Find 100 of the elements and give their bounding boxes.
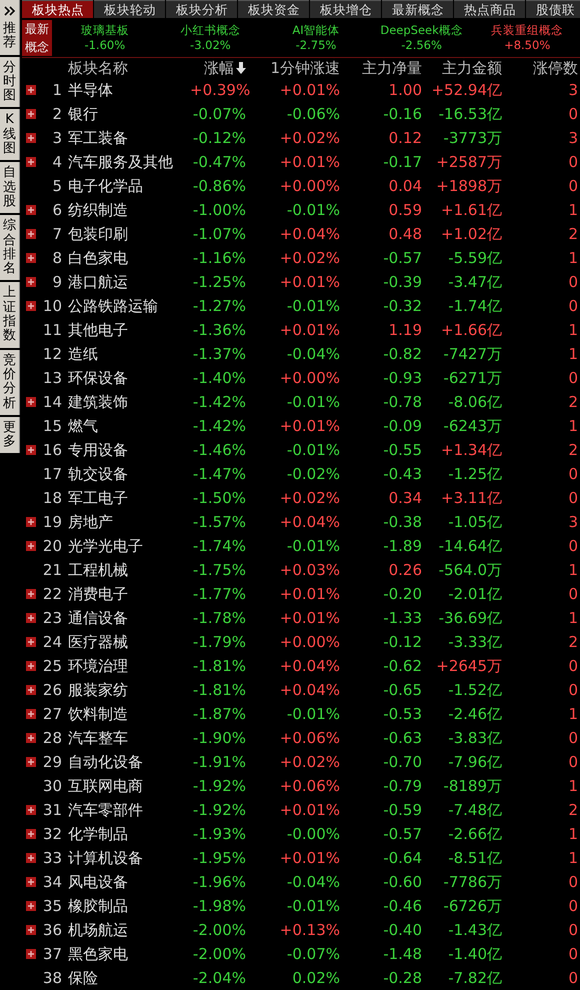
tab[interactable]: 热点商品 <box>454 0 525 18</box>
sector-name[interactable]: 造纸 <box>62 344 190 364</box>
sector-name[interactable]: 汽车服务及其他 <box>62 152 190 172</box>
sector-name[interactable]: 服装家纺 <box>62 680 190 700</box>
expand-icon[interactable] <box>26 589 36 599</box>
sector-name[interactable]: 饮料制造 <box>62 704 190 724</box>
expand-icon[interactable] <box>26 925 36 935</box>
sector-name[interactable]: 轨交设备 <box>62 464 190 484</box>
concept-name[interactable]: 玻璃基板 <box>80 23 129 38</box>
concept-name[interactable]: 兵装重组概念 <box>491 23 564 38</box>
expand-icon[interactable] <box>26 133 36 143</box>
side-tab[interactable]: K线图 <box>0 109 20 160</box>
expand-icon[interactable] <box>26 805 36 815</box>
sector-name[interactable]: 环境治理 <box>62 656 190 676</box>
sector-name[interactable]: 军工装备 <box>62 128 190 148</box>
sector-name[interactable]: 黑色家电 <box>62 944 190 964</box>
sector-name[interactable]: 电子化学品 <box>62 176 190 196</box>
sector-name[interactable]: 光学光电子 <box>62 536 190 556</box>
sector-name[interactable]: 工程机械 <box>62 560 190 580</box>
table-cell-text: -1.81% <box>192 657 246 675</box>
column-header[interactable]: 涨幅 <box>204 58 234 78</box>
side-tab[interactable]: 自选股 <box>0 162 20 214</box>
side-tab[interactable]: 分时图 <box>0 56 20 108</box>
column-header[interactable]: 主力金额 <box>442 58 502 78</box>
sector-name[interactable]: 化学制品 <box>62 824 190 844</box>
sector-name[interactable]: 白色家电 <box>62 248 190 268</box>
sector-name[interactable]: 机场航运 <box>62 920 190 940</box>
double-chevron-icon[interactable] <box>4 6 16 16</box>
expand-icon[interactable] <box>26 517 36 527</box>
sector-name[interactable]: 风电设备 <box>62 872 190 892</box>
tab[interactable]: 板块热点 <box>22 0 93 18</box>
sector-name[interactable]: 建筑装饰 <box>62 392 190 412</box>
side-tab[interactable]: 上证指数 <box>0 282 20 348</box>
sector-name[interactable]: 专用设备 <box>62 440 190 460</box>
sector-name[interactable]: 公路铁路运输 <box>62 296 190 316</box>
row-number: 32 <box>42 825 62 843</box>
sector-name[interactable]: 消费电子 <box>62 584 190 604</box>
sector-name[interactable]: 互联网电商 <box>62 776 190 796</box>
side-tab[interactable]: 更多 <box>0 416 20 454</box>
tab[interactable]: 板块增仓 <box>310 0 381 18</box>
expand-icon[interactable] <box>26 157 36 167</box>
table-cell-text: -1.25亿 <box>447 464 502 484</box>
side-tab[interactable]: 综合排名 <box>0 215 20 280</box>
expand-icon[interactable] <box>26 613 36 623</box>
expand-icon[interactable] <box>26 85 36 95</box>
tab[interactable]: 最新概念 <box>382 0 453 18</box>
sector-name[interactable]: 其他电子 <box>62 320 190 340</box>
tab[interactable]: 板块轮动 <box>94 0 165 18</box>
sector-name[interactable]: 自动化设备 <box>62 752 190 772</box>
expand-icon[interactable] <box>26 757 36 767</box>
expand-icon[interactable] <box>26 949 36 959</box>
expand-icon[interactable] <box>26 205 36 215</box>
tab[interactable]: 股债联 <box>526 0 580 18</box>
column-header[interactable]: 主力净量 <box>362 58 422 78</box>
concept-name[interactable]: 小红书概念 <box>180 23 240 38</box>
expand-icon[interactable] <box>26 853 36 863</box>
expand-icon[interactable] <box>26 445 36 455</box>
concept-name[interactable]: DeepSeek概念 <box>380 23 463 38</box>
expand-icon[interactable] <box>26 397 36 407</box>
expand-icon[interactable] <box>26 733 36 743</box>
sector-name[interactable]: 医疗器械 <box>62 632 190 652</box>
expand-icon[interactable] <box>26 877 36 887</box>
sector-name[interactable]: 环保设备 <box>62 368 190 388</box>
sector-name[interactable]: 通信设备 <box>62 608 190 628</box>
sort-down-icon[interactable] <box>236 62 246 74</box>
expand-icon[interactable] <box>26 277 36 287</box>
table-cell-text: -2.04% <box>192 969 246 987</box>
sector-name[interactable]: 半导体 <box>62 80 190 100</box>
expand-icon[interactable] <box>26 253 36 263</box>
tab[interactable]: 板块分析 <box>166 0 237 18</box>
sector-name[interactable]: 计算机设备 <box>62 848 190 868</box>
sector-name[interactable]: 纺织制造 <box>62 200 190 220</box>
expand-icon[interactable] <box>26 637 36 647</box>
expand-icon[interactable] <box>26 829 36 839</box>
expand-icon[interactable] <box>26 709 36 719</box>
sector-name[interactable]: 港口航运 <box>62 272 190 292</box>
expand-icon[interactable] <box>26 901 36 911</box>
sector-name[interactable]: 保险 <box>62 968 190 988</box>
column-header[interactable]: 涨停数 <box>533 58 578 78</box>
sector-name[interactable]: 汽车零部件 <box>62 800 190 820</box>
expand-icon[interactable] <box>26 109 36 119</box>
expand-icon[interactable] <box>26 541 36 551</box>
sector-name[interactable]: 燃气 <box>62 416 190 436</box>
table-cell-text: +2587万 <box>435 152 502 172</box>
sector-name[interactable]: 汽车整车 <box>62 728 190 748</box>
expand-icon[interactable] <box>26 229 36 239</box>
column-header[interactable]: 1分钟涨速 <box>270 58 340 78</box>
sector-name[interactable]: 橡胶制品 <box>62 896 190 916</box>
column-header[interactable]: 板块名称 <box>68 58 128 78</box>
tab[interactable]: 板块资金 <box>238 0 309 18</box>
side-tab[interactable]: 竞价分析 <box>0 350 20 415</box>
sector-name[interactable]: 银行 <box>62 104 190 124</box>
concept-name[interactable]: AI智能体 <box>292 23 340 38</box>
expand-icon[interactable] <box>26 685 36 695</box>
expand-icon[interactable] <box>26 661 36 671</box>
sector-name[interactable]: 军工电子 <box>62 488 190 508</box>
sector-name[interactable]: 包装印刷 <box>62 224 190 244</box>
sector-name[interactable]: 房地产 <box>62 512 190 532</box>
expand-icon[interactable] <box>26 301 36 311</box>
side-tab[interactable]: 推荐 <box>0 0 20 55</box>
